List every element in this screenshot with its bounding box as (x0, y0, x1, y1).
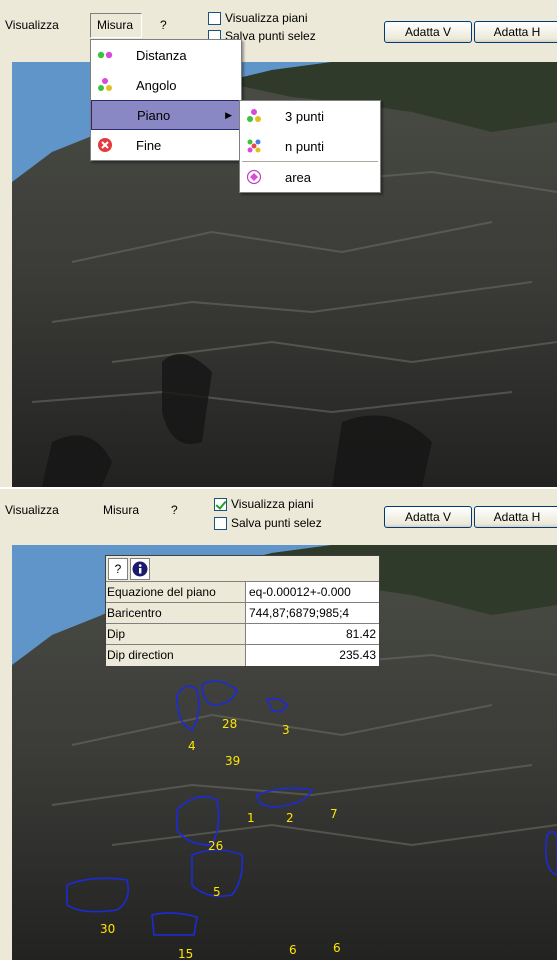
check-visualizza-piani-bottom[interactable]: Visualizza piani (214, 497, 314, 511)
info-row-equazione: Equazione del piano eq-0.00012+-0.000 (106, 582, 379, 603)
menu-visualizza-bottom[interactable]: Visualizza (5, 503, 59, 517)
marker-label[interactable]: 15 (178, 947, 193, 960)
menu-item-piano[interactable]: Piano ▶ (91, 100, 241, 130)
multi-dots-icon (246, 138, 262, 154)
area-circle-icon (246, 169, 262, 185)
visualizza-piani-label: Visualizza piani (225, 11, 308, 25)
salva-punti-checkbox-bottom[interactable] (214, 516, 227, 530)
marker-label[interactable]: 30 (100, 922, 115, 936)
menu-misura[interactable]: Misura (90, 13, 143, 38)
menu-item-distanza[interactable]: Distanza (91, 40, 241, 70)
adatta-h-button-bottom[interactable]: Adatta H (474, 506, 557, 528)
info-row-dip-direction: Dip direction 235.43 (106, 645, 379, 666)
marker-label[interactable]: 28 (222, 717, 237, 731)
adatta-v-button-bottom[interactable]: Adatta V (384, 506, 472, 528)
marker-label[interactable]: 4 (188, 739, 196, 753)
salva-punti-label-bottom: Salva punti selez (231, 516, 322, 530)
visualizza-piani-checkbox-checked[interactable] (214, 497, 227, 511)
marker-label[interactable]: 26 (208, 839, 223, 853)
bottom-toolbar: Visualizza Misura ? Visualizza piani Sal… (0, 489, 557, 551)
three-dots-icon (246, 108, 262, 124)
menu-item-angolo[interactable]: Angolo (91, 70, 241, 100)
submenu-item-area[interactable]: area (240, 162, 380, 192)
top-panel: Visualizza Misura ? Visualizza piani Sal… (0, 0, 557, 487)
marker-label[interactable]: 7 (330, 807, 338, 821)
help-button-info[interactable]: ? (108, 557, 128, 580)
marker-label[interactable]: 5 (213, 885, 221, 899)
menu-visualizza[interactable]: Visualizza (5, 18, 59, 32)
menu-misura-bottom[interactable]: Misura (103, 503, 139, 517)
three-dots-angle-icon (97, 77, 113, 93)
check-visualizza-piani[interactable]: Visualizza piani (208, 11, 308, 25)
menu-help[interactable]: ? (160, 18, 167, 32)
marker-label[interactable]: 3 (282, 723, 290, 737)
info-row-dip: Dip 81.42 (106, 624, 379, 645)
visualizza-piani-checkbox[interactable] (208, 11, 221, 25)
info-row-baricentro: Baricentro 744,87;6879;985;4 (106, 603, 379, 624)
info-icon[interactable] (130, 557, 150, 580)
submenu-arrow-icon: ▶ (225, 109, 232, 120)
adatta-h-button[interactable]: Adatta H (474, 21, 557, 43)
submenu-item-3-punti[interactable]: 3 punti (240, 101, 380, 131)
adatta-v-button[interactable]: Adatta V (384, 21, 472, 43)
piano-submenu: 3 punti n punti area (239, 100, 381, 193)
top-toolbar: Visualizza Misura ? Visualizza piani Sal… (0, 0, 557, 62)
submenu-item-n-punti[interactable]: n punti (240, 131, 380, 161)
marker-label[interactable]: 1 (247, 811, 255, 825)
visualizza-piani-label-bottom: Visualizza piani (231, 497, 314, 511)
menu-item-fine[interactable]: Fine (91, 130, 241, 160)
two-dots-green-pink-icon (97, 47, 113, 63)
red-cross-circle-icon (97, 137, 113, 153)
marker-label[interactable]: 39 (225, 754, 240, 768)
bottom-panel: Visualizza Misura ? Visualizza piani Sal… (0, 487, 557, 960)
marker-label[interactable]: 6 (333, 941, 341, 955)
menu-help-bottom[interactable]: ? (171, 503, 178, 517)
marker-label[interactable]: 2 (286, 811, 294, 825)
misura-dropdown: Distanza Angolo Piano ▶ Fine (90, 39, 242, 161)
check-salva-punti-bottom[interactable]: Salva punti selez (214, 516, 322, 530)
plane-info-panel: ? Equazione del piano eq-0.00012+-0.000 … (105, 555, 380, 667)
marker-label[interactable]: 6 (289, 943, 297, 957)
